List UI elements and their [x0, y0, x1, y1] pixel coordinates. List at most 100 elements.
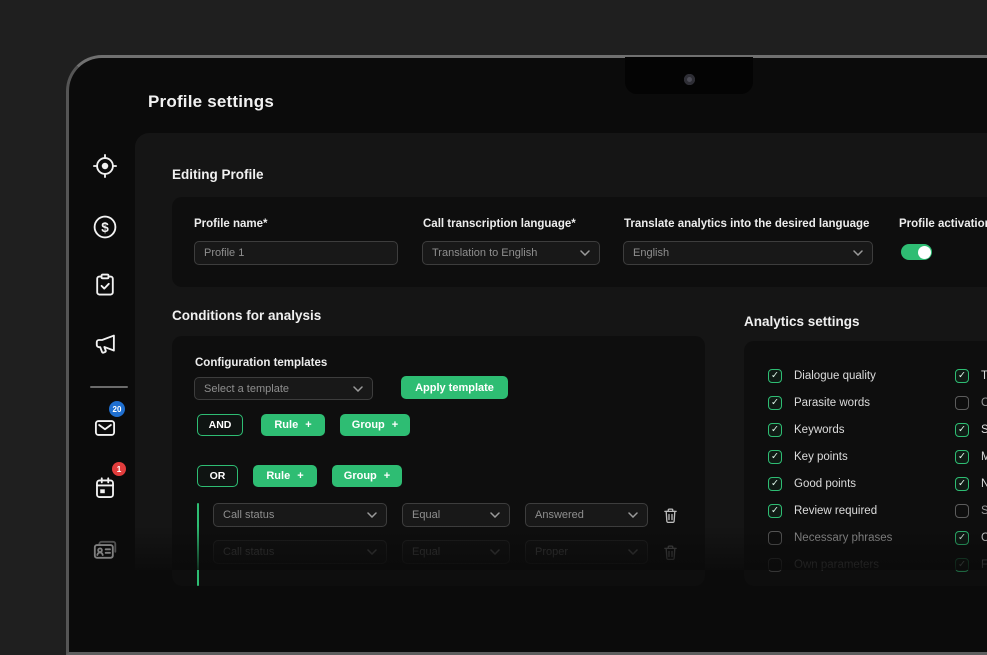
chevron-down-icon — [490, 549, 500, 555]
checkbox-icon[interactable] — [955, 504, 969, 518]
profile-activation-toggle[interactable] — [901, 244, 932, 260]
rule-row: Call status Equal Answered — [213, 503, 678, 527]
sidebar-item-calendar[interactable] — [92, 475, 118, 501]
translate-language-value: English — [633, 247, 669, 259]
apply-template-button[interactable]: Apply template — [401, 376, 508, 399]
and-operator-button[interactable]: AND — [197, 414, 243, 436]
section-title-conditions: Conditions for analysis — [172, 308, 321, 323]
rule-row: Call status Equal Proper — [213, 540, 678, 564]
svg-text:$: $ — [101, 220, 109, 235]
checkbox-icon[interactable] — [955, 396, 969, 410]
add-rule-button[interactable]: Rule+ — [253, 465, 317, 487]
chevron-down-icon — [367, 549, 377, 555]
chevron-down-icon — [353, 386, 363, 392]
analytics-option[interactable]: O — [955, 395, 987, 410]
rule-field-value: Call status — [223, 509, 274, 521]
analytics-option[interactable]: M — [955, 449, 987, 464]
profile-name-input[interactable]: Profile 1 — [194, 241, 398, 265]
section-title-editing-profile: Editing Profile — [172, 167, 264, 182]
checkbox-icon[interactable] — [768, 531, 782, 545]
analytics-option-parasite-words[interactable]: Parasite words — [768, 395, 870, 410]
analytics-settings-card: Dialogue quality Parasite words Keywords… — [744, 341, 987, 586]
section-title-analytics: Analytics settings — [744, 314, 860, 329]
template-select[interactable]: Select a template — [194, 377, 373, 400]
rule-value-select[interactable]: Answered — [525, 503, 648, 527]
analytics-option-review-required[interactable]: Review required — [768, 503, 877, 518]
rule-button-label: Rule — [266, 470, 290, 482]
checkbox-icon[interactable] — [768, 423, 782, 437]
checkbox-icon[interactable] — [768, 477, 782, 491]
rule-operator-select[interactable]: Equal — [402, 503, 510, 527]
megaphone-icon — [92, 344, 118, 361]
chevron-down-icon — [628, 549, 638, 555]
checkbox-icon[interactable] — [768, 504, 782, 518]
configuration-templates-label: Configuration templates — [195, 357, 327, 369]
rule-field-select[interactable]: Call status — [213, 540, 387, 564]
delete-rule-button[interactable] — [663, 544, 678, 561]
checkbox-icon[interactable] — [955, 369, 969, 383]
add-group-button[interactable]: Group + — [332, 465, 402, 487]
rule-value-select[interactable]: Proper — [525, 540, 648, 564]
analytics-option-key-points[interactable]: Key points — [768, 449, 848, 464]
profile-name-label: Profile name* — [194, 218, 268, 230]
rule-field-value: Call status — [223, 546, 274, 558]
dollar-icon: $ — [92, 227, 118, 244]
analytics-option[interactable]: T — [955, 368, 987, 383]
group-button-label: Group — [344, 470, 377, 482]
sidebar-item-tasks[interactable] — [92, 272, 118, 298]
transcription-language-value: Translation to English — [432, 247, 537, 259]
analytics-option-dialogue-quality[interactable]: Dialogue quality — [768, 368, 876, 383]
trash-icon — [663, 507, 678, 524]
sidebar-item-announcements[interactable] — [92, 331, 118, 357]
checkbox-icon[interactable] — [768, 369, 782, 383]
analytics-option-necessary-phrases[interactable]: Necessary phrases — [768, 530, 892, 545]
rule-value-value: Answered — [535, 509, 584, 521]
analytics-option[interactable]: C — [955, 530, 987, 545]
page-title: Profile settings — [148, 92, 274, 112]
chevron-down-icon — [628, 512, 638, 518]
sidebar-item-contacts[interactable] — [92, 537, 118, 563]
chevron-down-icon — [580, 250, 590, 256]
delete-rule-button[interactable] — [663, 507, 678, 524]
add-rule-button[interactable]: Rule+ — [261, 414, 325, 436]
plus-icon: + — [384, 470, 390, 482]
rule-operator-value: Equal — [412, 509, 440, 521]
analytics-option[interactable]: N — [955, 476, 987, 491]
checkbox-icon[interactable] — [955, 558, 969, 572]
sidebar-item-billing[interactable]: $ — [92, 214, 118, 240]
inbox-count-badge: 20 — [109, 401, 125, 417]
checkbox-icon[interactable] — [768, 396, 782, 410]
checkbox-icon[interactable] — [955, 531, 969, 545]
analytics-option-keywords[interactable]: Keywords — [768, 422, 845, 437]
add-group-button[interactable]: Group+ — [340, 414, 410, 436]
editing-profile-card: Profile name* Profile 1 Call transcripti… — [172, 197, 987, 287]
analytics-option-good-points[interactable]: Good points — [768, 476, 856, 491]
rule-operator-select[interactable]: Equal — [402, 540, 510, 564]
checkbox-icon[interactable] — [955, 450, 969, 464]
sidebar-divider — [90, 386, 128, 388]
profile-activation-label: Profile activation — [899, 218, 987, 230]
transcription-language-label: Call transcription language* — [423, 218, 576, 230]
checkbox-icon[interactable] — [768, 558, 782, 572]
clipboard-check-icon — [92, 285, 118, 302]
transcription-language-select[interactable]: Translation to English — [422, 241, 600, 265]
chevron-down-icon — [490, 512, 500, 518]
rules-group-indicator — [197, 503, 199, 586]
translate-language-label: Translate analytics into the desired lan… — [624, 218, 869, 230]
or-operator-button[interactable]: OR — [197, 465, 238, 487]
analytics-option[interactable]: S — [955, 422, 987, 437]
chevron-down-icon — [853, 250, 863, 256]
checkbox-icon[interactable] — [768, 450, 782, 464]
sidebar-item-inbox[interactable] — [92, 415, 118, 441]
rule-field-select[interactable]: Call status — [213, 503, 387, 527]
calendar-count-badge: 1 — [112, 462, 126, 476]
translate-language-select[interactable]: English — [623, 241, 873, 265]
checkbox-icon[interactable] — [955, 423, 969, 437]
plus-icon: + — [305, 419, 311, 431]
sidebar-item-target[interactable] — [92, 153, 118, 179]
plus-icon: + — [392, 419, 398, 431]
checkbox-icon[interactable] — [955, 477, 969, 491]
trash-icon — [663, 544, 678, 561]
analytics-option[interactable]: S — [955, 503, 987, 518]
webcam-icon — [684, 74, 695, 85]
